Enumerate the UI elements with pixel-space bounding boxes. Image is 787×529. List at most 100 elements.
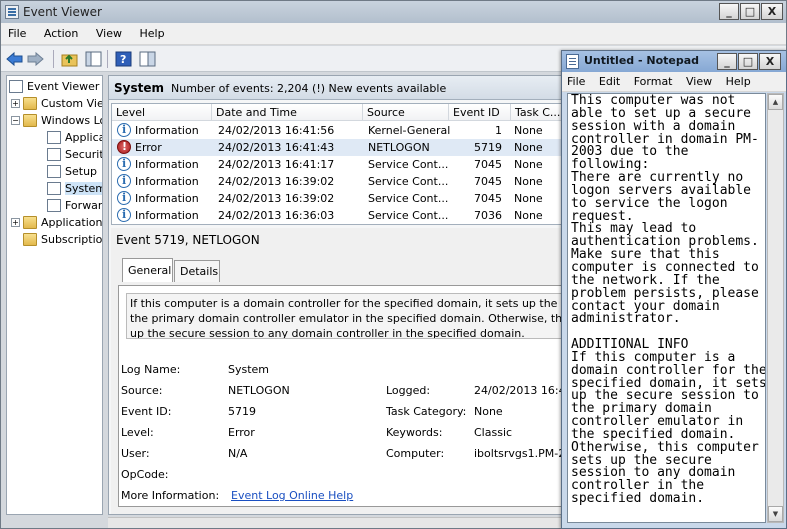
event-viewer-icon bbox=[9, 79, 23, 93]
up-folder-icon[interactable] bbox=[61, 51, 78, 67]
tree-item-label: Applica bbox=[65, 130, 103, 144]
log-name-value: System bbox=[228, 363, 270, 376]
svg-text:?: ? bbox=[120, 53, 126, 66]
folder-icon bbox=[23, 96, 37, 110]
show-hide-tree-icon[interactable] bbox=[85, 51, 102, 67]
notepad-titlebar[interactable]: Untitled - Notepad _ □ X bbox=[562, 51, 786, 72]
menu-action[interactable]: Action bbox=[37, 23, 85, 40]
cell-task: None bbox=[514, 209, 543, 222]
notepad-menu-format[interactable]: Format bbox=[629, 72, 678, 88]
tab-general[interactable]: General bbox=[122, 258, 173, 282]
cell-level: Information bbox=[135, 192, 199, 205]
menu-view[interactable]: View bbox=[89, 23, 129, 40]
column-source[interactable]: Source bbox=[363, 104, 449, 121]
cell-datetime: 24/02/2013 16:41:56 bbox=[218, 124, 335, 137]
notepad-menu-help[interactable]: Help bbox=[721, 72, 756, 88]
tree-item-forwarded-events[interactable]: Forwar bbox=[47, 197, 102, 213]
log-icon bbox=[47, 130, 61, 144]
user-value: N/A bbox=[228, 447, 248, 460]
tree-item-applications-and-services[interactable]: + Application bbox=[11, 214, 102, 230]
notepad-window: Untitled - Notepad _ □ X File Edit Forma… bbox=[561, 50, 787, 529]
scroll-down-arrow-icon[interactable]: ▼ bbox=[768, 506, 783, 522]
help-icon[interactable]: ? bbox=[115, 51, 132, 67]
expand-icon[interactable]: + bbox=[11, 217, 20, 227]
notepad-minimize-button[interactable]: _ bbox=[717, 53, 737, 70]
tree-item-custom-views[interactable]: + Custom View bbox=[11, 95, 102, 111]
cell-task: None bbox=[514, 175, 543, 188]
folder-icon bbox=[23, 232, 37, 246]
close-button[interactable]: X bbox=[761, 3, 783, 20]
log-icon bbox=[47, 147, 61, 161]
information-icon bbox=[117, 174, 131, 188]
event-viewer-titlebar[interactable]: Event Viewer _ □ X bbox=[1, 1, 786, 23]
menu-help[interactable]: Help bbox=[132, 23, 171, 40]
description-line: up the secure session to any domain cont… bbox=[130, 327, 525, 339]
column-task-category[interactable]: Task C... bbox=[511, 104, 566, 121]
table-row[interactable]: Information 24/02/2013 16:41:17 Service … bbox=[112, 156, 566, 173]
notepad-close-button[interactable]: X bbox=[759, 53, 781, 70]
log-name-label: Log Name: bbox=[121, 363, 181, 376]
cell-task: None bbox=[514, 124, 543, 137]
maximize-button[interactable]: □ bbox=[740, 3, 760, 20]
cell-source: Kernel-General bbox=[368, 124, 451, 137]
notepad-vertical-scrollbar[interactable]: ▲ ▼ bbox=[767, 93, 784, 523]
tree-item-application[interactable]: Applica bbox=[47, 129, 103, 145]
cell-datetime: 24/02/2013 16:39:02 bbox=[218, 175, 335, 188]
menu-file[interactable]: File bbox=[1, 23, 33, 40]
cell-event-id: 7045 bbox=[474, 158, 502, 171]
logged-label: Logged: bbox=[386, 384, 431, 397]
collapse-icon[interactable]: − bbox=[11, 115, 20, 125]
cell-datetime: 24/02/2013 16:36:03 bbox=[218, 209, 335, 222]
forward-arrow-icon[interactable] bbox=[27, 51, 44, 67]
log-icon bbox=[47, 181, 61, 195]
table-row[interactable]: Information 24/02/2013 16:41:56 Kernel-G… bbox=[112, 122, 566, 139]
event-description[interactable]: If this computer is a domain controller … bbox=[126, 293, 567, 339]
task-category-value: None bbox=[474, 405, 503, 418]
tree-item-label: Securit bbox=[65, 147, 103, 161]
description-line: the primary domain controller emulator i… bbox=[130, 312, 567, 325]
tree-item-label: Custom View bbox=[41, 96, 102, 110]
cell-level: Error bbox=[135, 141, 162, 154]
column-date-time[interactable]: Date and Time bbox=[212, 104, 363, 121]
tree-item-label: Application bbox=[41, 215, 103, 229]
source-value: NETLOGON bbox=[228, 384, 290, 397]
tree-item-security[interactable]: Securit bbox=[47, 146, 103, 162]
table-row[interactable]: Information 24/02/2013 16:36:03 Service … bbox=[112, 207, 566, 224]
horizontal-scrollbar[interactable] bbox=[108, 517, 567, 528]
tree-item-subscriptions[interactable]: Subscription bbox=[23, 231, 102, 247]
log-name: System bbox=[114, 81, 164, 95]
table-row[interactable]: Information 24/02/2013 16:39:02 Service … bbox=[112, 173, 566, 190]
event-id-label: Event ID: bbox=[121, 405, 172, 418]
minimize-button[interactable]: _ bbox=[719, 3, 739, 20]
column-level[interactable]: Level bbox=[112, 104, 212, 121]
tree-item-windows-logs[interactable]: − Windows Lo bbox=[11, 112, 102, 128]
event-details-title: Event 5719, NETLOGON bbox=[116, 233, 260, 247]
notepad-menu-file[interactable]: File bbox=[562, 72, 590, 88]
notepad-maximize-button[interactable]: □ bbox=[738, 53, 758, 70]
console-tree: Event Viewer (L + Custom View − Windows … bbox=[6, 75, 103, 515]
notepad-menu-view[interactable]: View bbox=[681, 72, 717, 88]
expand-icon[interactable]: + bbox=[11, 98, 20, 108]
level-value: Error bbox=[228, 426, 255, 439]
cell-datetime: 24/02/2013 16:39:02 bbox=[218, 192, 335, 205]
tree-item-label: Event Viewer (L bbox=[27, 79, 102, 93]
tree-item-event-viewer[interactable]: Event Viewer (L bbox=[9, 78, 102, 94]
toolbar-separator bbox=[53, 50, 54, 68]
notepad-menu-edit[interactable]: Edit bbox=[594, 72, 625, 88]
table-row[interactable]: Information 24/02/2013 16:39:02 Service … bbox=[112, 190, 566, 207]
event-log-online-help-link[interactable]: Event Log Online Help bbox=[231, 489, 353, 502]
log-icon bbox=[47, 198, 61, 212]
tab-details[interactable]: Details bbox=[174, 260, 220, 282]
scroll-up-arrow-icon[interactable]: ▲ bbox=[768, 94, 783, 110]
tree-item-setup[interactable]: Setup bbox=[47, 163, 97, 179]
tree-item-system[interactable]: System bbox=[47, 180, 102, 196]
column-event-id[interactable]: Event ID bbox=[449, 104, 511, 121]
event-count: Number of events: 2,204 (!) New events a… bbox=[171, 82, 447, 95]
notepad-text-area[interactable]: This computer was not able to set up a s… bbox=[567, 93, 766, 523]
event-viewer-menubar: File Action View Help bbox=[1, 23, 786, 45]
table-row[interactable]: Error 24/02/2013 16:41:43 NETLOGON 5719 … bbox=[112, 139, 566, 156]
keywords-value: Classic bbox=[474, 426, 513, 439]
console-tree-icon[interactable] bbox=[139, 51, 156, 67]
back-arrow-icon[interactable] bbox=[6, 51, 23, 67]
cell-event-id: 1 bbox=[495, 124, 502, 137]
